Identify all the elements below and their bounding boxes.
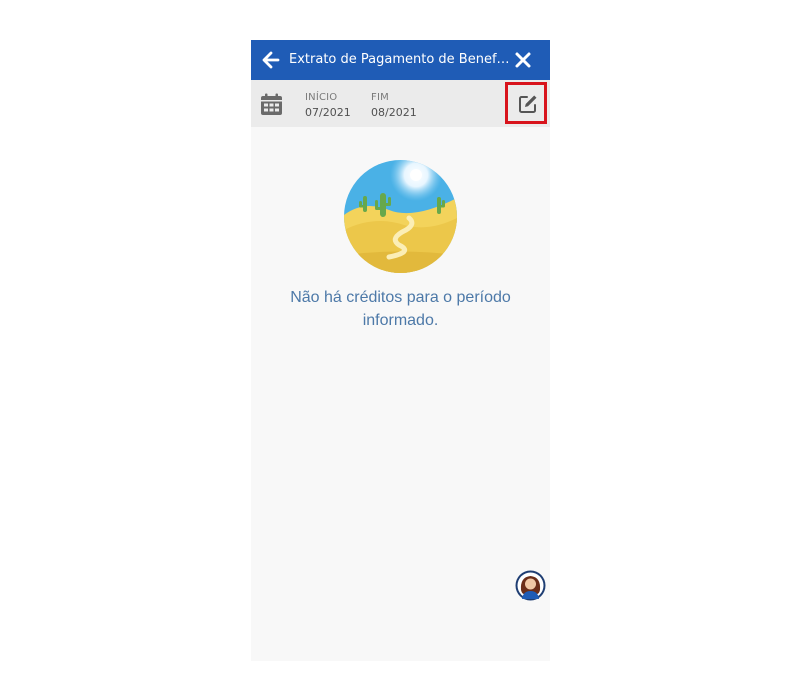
arrow-left-icon[interactable] — [261, 50, 281, 70]
calendar-icon — [261, 93, 282, 115]
empty-state-message: Não há créditos para o período informado… — [290, 289, 511, 329]
start-value: 07/2021 — [305, 106, 351, 119]
close-icon[interactable] — [514, 51, 532, 69]
end-label: FIM — [371, 92, 389, 103]
app-screen: Extrato de Pagamento de Benefício INÍCIO… — [251, 40, 550, 661]
edit-period-button[interactable] — [505, 82, 547, 124]
page-title: Extrato de Pagamento de Benefício — [289, 52, 511, 67]
start-label: INÍCIO — [305, 92, 338, 103]
end-value: 08/2021 — [371, 106, 417, 119]
edit-icon — [519, 95, 537, 113]
app-header: Extrato de Pagamento de Benefício — [251, 40, 550, 80]
desert-cactus-illustration — [344, 160, 457, 273]
assistant-avatar[interactable] — [515, 570, 546, 601]
